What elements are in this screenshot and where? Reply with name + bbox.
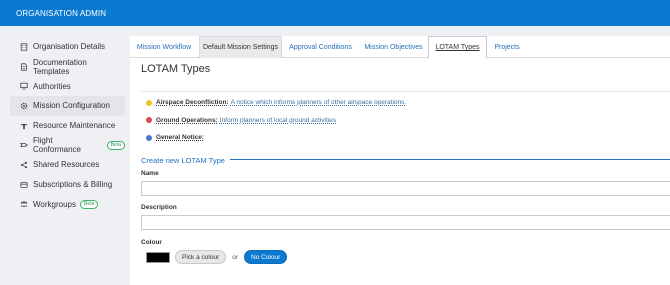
colour-picker-row: Pick a colour or No Colour: [141, 250, 288, 264]
main-panel: Mission Workflow Default Mission Setting…: [130, 36, 670, 285]
sidebar-item-label: Organisation Details: [33, 42, 106, 52]
tab-default-mission-settings[interactable]: Default Mission Settings: [199, 36, 282, 58]
description-input[interactable]: [141, 215, 670, 230]
tab-label: Mission Objectives: [364, 43, 423, 51]
page-title: LOTAM Types: [141, 63, 211, 75]
sidebar-item-label: Resource Maintenance: [33, 121, 116, 131]
sidebar-item-flight-conformance[interactable]: Flight Conformance Beta: [10, 135, 125, 155]
lotam-color-dot: [146, 99, 152, 106]
or-text: or: [232, 253, 238, 261]
lotam-type-item[interactable]: Ground Operations: Inform planners of lo…: [141, 112, 670, 130]
group-icon: [19, 199, 29, 209]
beta-badge: Beta: [79, 199, 99, 209]
lotam-type-item[interactable]: General Notice:: [141, 129, 670, 147]
sidebar-item-label: Flight Conformance: [32, 136, 82, 155]
beta-badge: Beta: [106, 140, 125, 150]
sidebar-item-resource-maintenance[interactable]: Resource Maintenance: [10, 116, 125, 136]
pick-colour-button[interactable]: Pick a colour: [175, 250, 227, 264]
tab-mission-workflow[interactable]: Mission Workflow: [132, 36, 196, 58]
gear-icon: [19, 101, 29, 111]
create-section-title: Create new LOTAM Type: [141, 156, 225, 165]
sidebar-item-label: Shared Resources: [33, 160, 100, 170]
tab-approval-conditions[interactable]: Approval Conditions: [284, 36, 357, 58]
no-colour-button[interactable]: No Colour: [244, 250, 288, 264]
tab-label: Approval Conditions: [289, 43, 352, 51]
lotam-type-name: Airspace Deconfliction:: [156, 99, 229, 107]
lotam-type-description: Inform planners of local ground activiti…: [219, 116, 337, 124]
wrench-icon: [19, 121, 29, 131]
section-divider: [230, 159, 670, 160]
sidebar-item-workgroups[interactable]: Workgroups Beta: [10, 195, 125, 215]
flight-icon: [19, 140, 29, 150]
tab-mission-objectives[interactable]: Mission Objectives: [360, 36, 427, 58]
tab-label: Mission Workflow: [136, 43, 192, 51]
app-title: ORGANISATION ADMIN: [16, 9, 107, 18]
description-label: Description: [141, 204, 177, 211]
lotam-type-item[interactable]: Airspace Deconfliction: A notice which i…: [141, 94, 670, 112]
top-bar: ORGANISATION ADMIN: [0, 0, 670, 26]
tab-label: Default Mission Settings: [202, 44, 279, 51]
lotam-color-dot: [146, 134, 152, 141]
name-label: Name: [141, 170, 159, 177]
colour-label: Colour: [141, 239, 162, 246]
share-icon: [19, 160, 29, 170]
monitor-icon: [19, 81, 29, 91]
document-icon: [19, 62, 29, 72]
building-icon: [19, 42, 29, 52]
lotam-type-description: A notice which informs planners of other…: [230, 99, 407, 107]
sidebar-item-label: Authorities: [33, 81, 71, 91]
sidebar-item-mission-configuration[interactable]: Mission Configuration: [10, 96, 125, 116]
sidebar-item-organisation-details[interactable]: Organisation Details: [10, 37, 125, 57]
lotam-type-name: General Notice:: [156, 134, 205, 142]
tab-label: LOTAM Types: [435, 44, 480, 51]
sidebar: Organisation Details Documentation Templ…: [10, 37, 125, 214]
lotam-color-dot: [146, 117, 152, 124]
lotam-type-name: Ground Operations:: [156, 116, 218, 124]
sidebar-item-label: Documentation Templates: [32, 57, 87, 76]
sidebar-item-label: Subscriptions & Billing: [33, 180, 113, 190]
sidebar-item-authorities[interactable]: Authorities: [10, 76, 125, 96]
sidebar-item-subscriptions-billing[interactable]: Subscriptions & Billing: [10, 175, 125, 195]
lotam-type-list: Airspace Deconfliction: A notice which i…: [141, 91, 670, 147]
tab-lotam-types[interactable]: LOTAM Types: [428, 36, 487, 59]
sidebar-item-label: Workgroups: [33, 199, 76, 209]
sidebar-item-label: Mission Configuration: [33, 101, 110, 111]
sidebar-item-documentation-templates[interactable]: Documentation Templates: [10, 57, 125, 77]
name-input[interactable]: [141, 181, 670, 196]
tab-projects[interactable]: Projects: [490, 36, 524, 58]
sidebar-item-shared-resources[interactable]: Shared Resources: [10, 155, 125, 175]
tab-label: Projects: [494, 43, 520, 51]
colour-swatch[interactable]: [146, 251, 170, 263]
tab-bar: Mission Workflow Default Mission Setting…: [130, 36, 670, 59]
card-icon: [19, 180, 29, 190]
